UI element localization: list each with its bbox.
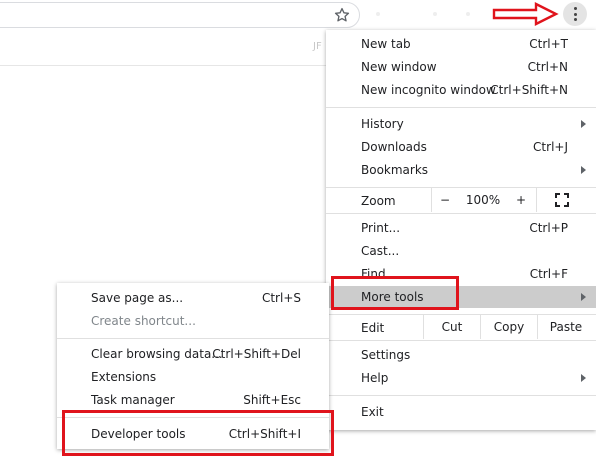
menu-item-shortcut: Ctrl+P [529, 221, 568, 235]
edit-label: Edit [361, 321, 385, 335]
cut-button[interactable]: Cut [424, 315, 480, 339]
menu-item-cast[interactable]: Cast... [326, 240, 596, 262]
annotation-arrow-icon [492, 2, 559, 26]
menu-item-shortcut: Ctrl+T [529, 37, 568, 51]
star-icon[interactable] [333, 6, 351, 24]
zoom-out-button[interactable]: − [431, 188, 459, 212]
three-dots-vertical-icon[interactable] [563, 2, 587, 26]
menu-item-shortcut: Ctrl+N [527, 60, 568, 74]
menu-item-history[interactable]: History [326, 113, 596, 135]
menu-item-print[interactable]: Print... Ctrl+P [326, 217, 596, 239]
annotation-box-more-tools [331, 276, 459, 310]
extension-icon[interactable] [466, 12, 470, 16]
zoom-label: Zoom [361, 194, 396, 208]
menu-item-shortcut: Ctrl+S [261, 291, 301, 305]
menu-item-label: Clear browsing data... [91, 347, 223, 361]
menu-item-label: Exit [361, 405, 384, 419]
menu-separator [326, 107, 596, 108]
menu-item-help[interactable]: Help [326, 367, 596, 389]
menu-item-save-page-as[interactable]: Save page as... Ctrl+S [57, 287, 329, 309]
copy-button[interactable]: Copy [481, 315, 537, 339]
annotation-box-developer-tools [62, 410, 334, 456]
menu-item-label: Task manager [91, 393, 175, 407]
ghost-text: JF [313, 41, 322, 52]
zoom-level: 100% [465, 193, 501, 207]
menu-item-label: Create shortcut... [91, 314, 196, 328]
menu-item-shortcut: Ctrl+J [533, 140, 568, 154]
menu-item-new-tab[interactable]: New tab Ctrl+T [326, 33, 596, 55]
fullscreen-icon[interactable] [555, 193, 569, 207]
menu-item-label: New tab [361, 37, 411, 51]
menu-item-clear-browsing-data[interactable]: Clear browsing data... Ctrl+Shift+Del [57, 343, 329, 365]
submenu-arrow-icon [581, 166, 586, 174]
menu-item-label: Print... [361, 221, 401, 235]
menu-separator [57, 338, 329, 339]
submenu-arrow-icon [581, 293, 586, 301]
menu-item-label: Save page as... [91, 291, 184, 305]
menu-item-label: History [361, 117, 404, 131]
extension-icon[interactable] [433, 12, 437, 16]
menu-item-label: New incognito window [361, 83, 496, 97]
menu-item-label: Help [361, 371, 389, 385]
paste-button[interactable]: Paste [538, 315, 594, 339]
menu-separator [326, 213, 596, 214]
submenu-arrow-icon [581, 120, 586, 128]
menu-item-exit[interactable]: Exit [326, 401, 596, 423]
menu-item-label: Downloads [361, 140, 427, 154]
menu-separator [326, 340, 596, 341]
menu-item-shortcut: Ctrl+Shift+Del [212, 347, 301, 361]
menu-item-label: Settings [361, 348, 411, 362]
menu-separator [326, 395, 596, 396]
zoom-in-button[interactable]: + [507, 188, 535, 212]
chrome-main-menu: New tab Ctrl+T New window Ctrl+N New inc… [326, 30, 596, 430]
menu-item-extensions[interactable]: Extensions [57, 366, 329, 388]
extension-icon[interactable] [376, 12, 380, 16]
menu-item-bookmarks[interactable]: Bookmarks [326, 159, 596, 181]
menu-item-shortcut: Ctrl+F [529, 267, 568, 281]
browser-toolbar [0, 0, 596, 34]
edit-row: Edit Cut Copy Paste [326, 315, 596, 339]
address-bar[interactable] [0, 2, 360, 28]
menu-item-settings[interactable]: Settings [326, 344, 596, 366]
menu-item-new-window[interactable]: New window Ctrl+N [326, 56, 596, 78]
menu-item-label: Cast... [361, 244, 400, 258]
menu-item-label: Bookmarks [361, 163, 429, 177]
menu-item-task-manager[interactable]: Task manager Shift+Esc [57, 389, 329, 411]
menu-item-downloads[interactable]: Downloads Ctrl+J [326, 136, 596, 158]
menu-item-label: New window [361, 60, 437, 74]
zoom-divider [536, 188, 537, 212]
menu-item-create-shortcut: Create shortcut... [57, 310, 329, 332]
menu-item-new-incognito-window[interactable]: New incognito window Ctrl+Shift+N [326, 79, 596, 101]
menu-item-label: Extensions [91, 370, 157, 384]
menu-item-shortcut: Ctrl+Shift+N [490, 83, 568, 97]
zoom-row: Zoom − 100% + [326, 188, 596, 212]
submenu-arrow-icon [581, 374, 586, 382]
menu-item-shortcut: Shift+Esc [243, 393, 301, 407]
page-divider [0, 65, 330, 66]
